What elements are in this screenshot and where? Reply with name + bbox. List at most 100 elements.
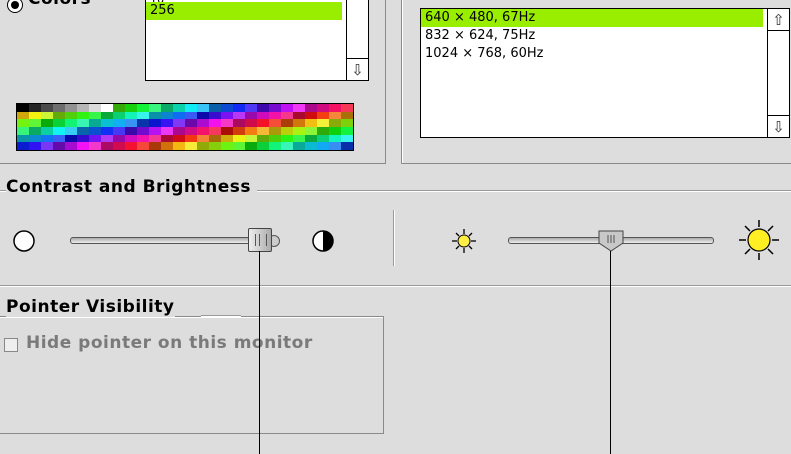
palette-cell [65,126,77,135]
palette-cell [113,111,125,120]
palette-cell [41,142,53,150]
palette-cell [173,134,185,143]
palette-cell [233,111,245,120]
hide-pointer-label[interactable]: Hide pointer on this monitor [26,333,313,353]
palette-cell [17,104,29,112]
palette-cell [77,134,89,143]
palette-cell [209,104,221,112]
palette-cell [137,142,149,150]
palette-cell [245,119,257,127]
resolution-list[interactable]: 640 × 480, 67Hz 832 × 624, 75Hz 1024 × 7… [420,8,790,138]
brightness-callout-line [610,251,611,454]
palette-cell [77,142,89,150]
low-brightness-icon [450,227,478,255]
palette-cell [257,142,269,150]
palette-cell [113,134,125,143]
palette-cell [305,134,317,143]
palette-cell [341,126,353,135]
palette-cell [305,111,317,120]
palette-cell [101,134,113,143]
palette-cell [293,134,305,143]
hide-pointer-checkbox[interactable] [4,338,18,352]
palette-cell [293,142,305,150]
palette-cell [245,134,257,143]
palette-cell [65,119,77,127]
palette-cell [65,104,77,112]
color-depth-list[interactable]: 16 256 ⇩ [145,0,369,81]
palette-cell [317,119,329,127]
palette-cell [185,119,197,127]
palette-cell [53,142,65,150]
low-contrast-icon [13,230,35,252]
palette-cell [125,111,137,120]
palette-cell [185,104,197,112]
palette-cell [269,104,281,112]
palette-cell [77,104,89,112]
color-depth-scrollbar[interactable]: ⇩ [346,0,368,80]
palette-cell [77,126,89,135]
palette-cell [269,111,281,120]
pointer-title-rule [201,315,241,316]
palette-cell [161,119,173,127]
palette-cell [221,126,233,135]
contrast-brightness-title: Contrast and Brightness [6,177,258,197]
palette-cell [293,126,305,135]
palette-cell [341,134,353,143]
resolution-item[interactable]: 1024 × 768, 60Hz [421,45,789,63]
palette-cell [341,104,353,112]
palette-cell [89,134,101,143]
palette-cell [221,111,233,120]
scroll-down-arrow-icon[interactable]: ⇩ [347,58,368,80]
palette-cell [269,134,281,143]
scroll-up-arrow-icon[interactable]: ⇧ [768,9,789,31]
resolution-item-selected[interactable]: 640 × 480, 67Hz [421,9,763,27]
brightness-slider-thumb[interactable] [598,230,624,252]
palette-cell [233,119,245,127]
palette-cell [233,142,245,150]
palette-cell [257,119,269,127]
palette-cell [29,126,41,135]
palette-cell [149,126,161,135]
palette-cell [65,142,77,150]
palette-cell [197,126,209,135]
palette-cell [161,134,173,143]
high-brightness-icon [738,219,780,261]
colors-radio-label[interactable]: Colors [28,0,91,9]
palette-cell [41,126,53,135]
resolution-item[interactable]: 832 × 624, 75Hz [421,27,789,45]
palette-cell [329,119,341,127]
palette-cell [269,119,281,127]
palette-cell [329,111,341,120]
palette-cell [149,142,161,150]
palette-cell [113,142,125,150]
palette-cell [89,104,101,112]
palette-cell [53,104,65,112]
palette-cell [149,119,161,127]
palette-cell [329,142,341,150]
palette-cell [185,134,197,143]
palette-cell [17,142,29,150]
color-depth-item-selected[interactable]: 256 [146,2,342,20]
palette-cell [137,104,149,112]
palette-cell [17,119,29,127]
palette-cell [17,111,29,120]
palette-cell [317,111,329,120]
palette-cell [341,111,353,120]
palette-cell [149,111,161,120]
palette-cell [173,126,185,135]
palette-cell [53,134,65,143]
palette-cell [185,142,197,150]
palette-cell [197,142,209,150]
resolution-scrollbar[interactable]: ⇧ ⇩ [767,9,789,137]
palette-cell [149,104,161,112]
scroll-down-arrow-icon[interactable]: ⇩ [768,115,789,137]
contrast-slider-thumb[interactable] [248,228,272,252]
palette-cell [29,104,41,112]
palette-cell [233,134,245,143]
contrast-slider-track[interactable] [70,237,274,244]
palette-cell [65,111,77,120]
palette-cell [29,134,41,143]
palette-cell [221,104,233,112]
palette-cell [233,126,245,135]
slider-separator [393,210,394,266]
